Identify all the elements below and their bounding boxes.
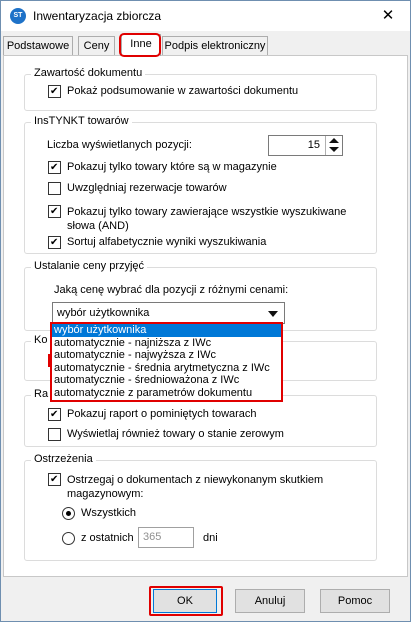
group-ko-title: Ko bbox=[31, 334, 51, 346]
option-label: Wyświetlaj również towary o stanie zerow… bbox=[67, 428, 284, 440]
radio-last[interactable]: z ostatnich bbox=[62, 532, 134, 545]
checkbox-box[interactable] bbox=[48, 182, 61, 195]
group-ostrzezenia-title: Ostrzeżenia bbox=[31, 453, 96, 465]
ok-button[interactable]: OK bbox=[153, 589, 217, 613]
price-select[interactable]: wybór użytkownika bbox=[52, 302, 285, 324]
radio-all-label: Wszystkich bbox=[81, 507, 136, 519]
warn-label-line2: magazynowym: bbox=[67, 488, 144, 500]
group-instynkt: InsTYNKT towarów Liczba wyświetlanych po… bbox=[24, 115, 377, 254]
dropdown-option[interactable]: automatycznie - średnia arytmetyczna z I… bbox=[52, 362, 281, 375]
option-only-in-stock[interactable]: Pokazuj tylko towary które są w magazyni… bbox=[48, 161, 277, 174]
option-and-search[interactable]: Pokazuj tylko towary zawierające wszystk… bbox=[48, 205, 346, 233]
show-summary-checkbox[interactable]: Pokaż podsumowanie w zawartości dokument… bbox=[48, 85, 298, 98]
dropdown-option[interactable]: wybór użytkownika bbox=[52, 324, 281, 337]
option-label: Uwzględniaj rezerwacje towarów bbox=[67, 182, 227, 194]
option-zero-stock[interactable]: Wyświetlaj również towary o stanie zerow… bbox=[48, 428, 284, 441]
group-instynkt-title: InsTYNKT towarów bbox=[31, 115, 132, 127]
checkbox-box[interactable] bbox=[48, 161, 61, 174]
title-bar: ST Inwentaryzacja zbiorcza ✕ bbox=[1, 1, 410, 31]
tab-podstawowe[interactable]: Podstawowe bbox=[3, 36, 73, 56]
dropdown-option[interactable]: automatycznie z parametrów dokumentu bbox=[52, 387, 281, 400]
option-sort-alpha[interactable]: Sortuj alfabetycznie wyniki wyszukiwania bbox=[48, 236, 266, 249]
group-raport: Ra Pokazuj raport o pominiętych towarach… bbox=[24, 388, 377, 447]
count-label: Liczba wyświetlanych pozycji: bbox=[47, 139, 192, 151]
count-spinner[interactable]: 15 bbox=[268, 135, 343, 156]
option-label: Pokazuj tylko towary zawierające wszystk… bbox=[67, 205, 346, 233]
days-unit-label: dni bbox=[203, 532, 218, 544]
checkbox-box[interactable] bbox=[48, 473, 61, 486]
group-raport-title: Ra bbox=[31, 388, 52, 400]
close-icon[interactable]: ✕ bbox=[366, 1, 410, 31]
checkbox-box[interactable] bbox=[48, 236, 61, 249]
radio-last-label: z ostatnich bbox=[81, 532, 134, 544]
arrow-down-icon[interactable] bbox=[329, 147, 339, 152]
option-label-line2: słowa (AND) bbox=[67, 220, 129, 232]
spinner-buttons[interactable] bbox=[325, 136, 342, 155]
option-warn-documents[interactable]: Ostrzegaj o dokumentach z niewykonanym s… bbox=[48, 473, 323, 501]
count-label-text: Liczba wyświetlanych pozycji: bbox=[47, 139, 192, 151]
cancel-button[interactable]: Anuluj bbox=[235, 589, 305, 613]
dropdown-option[interactable]: automatycznie - średnioważona z IWc bbox=[52, 374, 281, 387]
tab-panel-inne: Zawartość dokumentu Pokaż podsumowanie w… bbox=[3, 55, 408, 577]
group-zawartosc: Zawartość dokumentu Pokaż podsumowanie w… bbox=[24, 67, 377, 111]
days-input[interactable]: 365 bbox=[138, 527, 194, 548]
help-button[interactable]: Pomoc bbox=[320, 589, 390, 613]
option-label: Pokazuj tylko towary które są w magazyni… bbox=[67, 161, 277, 173]
count-value: 15 bbox=[307, 139, 320, 151]
tab-ceny[interactable]: Ceny bbox=[78, 36, 115, 56]
price-question: Jaką cenę wybrać dla pozycji z różnymi c… bbox=[54, 284, 288, 296]
checkbox-box[interactable] bbox=[48, 85, 61, 98]
arrow-up-icon[interactable] bbox=[329, 138, 339, 143]
dialog-window: ST Inwentaryzacja zbiorcza ✕ Podstawowe … bbox=[0, 0, 411, 622]
warn-label-line1: Ostrzegaj o dokumentach z niewykonanym s… bbox=[67, 474, 324, 486]
window-title: Inwentaryzacja zbiorcza bbox=[33, 9, 162, 23]
checkbox-box[interactable] bbox=[48, 408, 61, 421]
days-unit: dni bbox=[203, 532, 218, 544]
radio-circle[interactable] bbox=[62, 532, 75, 545]
option-label: Sortuj alfabetycznie wyniki wyszukiwania bbox=[67, 236, 267, 248]
tab-inne[interactable]: Inne bbox=[121, 34, 161, 56]
dropdown-option[interactable]: automatycznie - najwyższa z IWc bbox=[52, 349, 281, 362]
chevron-down-icon[interactable] bbox=[268, 311, 278, 317]
tab-podpis-elektroniczny[interactable]: Podpis elektroniczny bbox=[162, 36, 268, 56]
checkbox-box[interactable] bbox=[48, 428, 61, 441]
group-zawartosc-title: Zawartość dokumentu bbox=[31, 67, 146, 79]
price-dropdown-list: wybór użytkownika automatycznie - najniż… bbox=[50, 322, 283, 402]
group-ostrzezenia: Ostrzeżenia Ostrzegaj o dokumentach z ni… bbox=[24, 453, 377, 561]
app-logo-icon: ST bbox=[10, 8, 26, 24]
group-cena-title: Ustalanie ceny przyjęć bbox=[31, 260, 148, 272]
dropdown-option[interactable]: automatycznie - najniższa z IWc bbox=[52, 337, 281, 350]
option-label: Ostrzegaj o dokumentach z niewykonanym s… bbox=[67, 473, 323, 501]
price-question-text: Jaką cenę wybrać dla pozycji z różnymi c… bbox=[54, 284, 289, 296]
option-label-line1: Pokazuj tylko towary zawierające wszystk… bbox=[67, 206, 347, 218]
option-reservations[interactable]: Uwzględniaj rezerwacje towarów bbox=[48, 182, 227, 195]
radio-all[interactable]: Wszystkich bbox=[62, 507, 136, 520]
show-summary-label: Pokaż podsumowanie w zawartości dokument… bbox=[67, 85, 299, 97]
option-report-skipped[interactable]: Pokazuj raport o pominiętych towarach bbox=[48, 408, 257, 421]
option-label: Pokazuj raport o pominiętych towarach bbox=[67, 408, 257, 420]
checkbox-box[interactable] bbox=[48, 205, 61, 218]
price-select-value: wybór użytkownika bbox=[57, 307, 150, 319]
radio-circle[interactable] bbox=[62, 507, 75, 520]
